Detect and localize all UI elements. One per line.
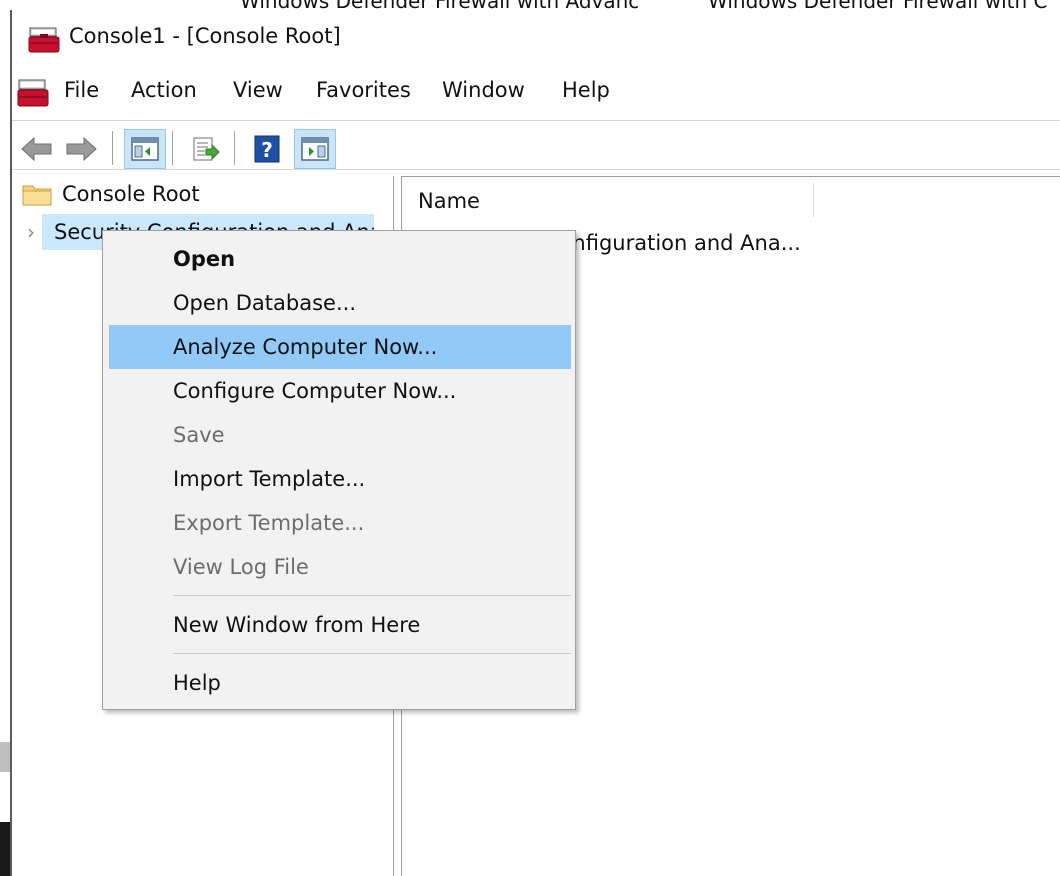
context-menu: Open Open Database... Analyze Computer N… [102,230,576,710]
background-left-strip [0,0,10,876]
menu-bar: File Action View Favorites Window Help [12,72,1060,114]
back-icon [21,136,52,162]
tree-item-label: Console Root [62,182,200,206]
menu-help[interactable]: Help [562,78,610,102]
menu-item-open-database[interactable]: Open Database... [109,281,571,325]
forward-icon [66,136,97,162]
folder-icon [22,185,52,206]
show-hide-action-pane-button[interactable] [294,129,336,169]
menu-item-analyze-computer-now[interactable]: Analyze Computer Now... [109,325,571,369]
show-hide-action-pane-icon [301,137,329,161]
title-bar[interactable]: Console1 - [Console Root] [12,10,1060,68]
menu-item-save: Save [173,423,225,447]
background-bar [0,742,10,772]
menu-item-export-template: Export Template... [173,511,365,535]
export-list-icon [193,137,220,161]
menu-file[interactable]: File [64,78,99,102]
menu-item-help[interactable]: Help [109,661,571,705]
tree-item-console-root[interactable]: Console Root [22,182,200,206]
toolbar: ? [12,120,1060,170]
background-taskbar-fragment [0,822,10,876]
forward-button[interactable] [60,129,102,169]
show-hide-console-tree-button[interactable] [124,129,166,169]
mmc-toolbox-icon [28,27,60,53]
menu-action[interactable]: Action [131,78,197,102]
menu-item-import-template[interactable]: Import Template... [109,457,571,501]
toolbar-separator [234,131,235,165]
menu-separator [173,595,571,596]
chevron-right-icon[interactable]: › [20,220,42,244]
svg-text:?: ? [261,138,273,162]
export-list-button[interactable] [184,129,226,169]
toolbar-separator [112,131,113,165]
help-icon: ? [254,135,280,163]
menu-separator [173,653,571,654]
window-title: Console1 - [Console Root] [69,24,341,48]
menu-item-configure-computer-now[interactable]: Configure Computer Now... [109,369,571,413]
column-header-name[interactable]: Name [402,183,814,217]
show-hide-console-tree-icon [131,137,159,161]
menu-favorites[interactable]: Favorites [316,78,411,102]
menu-item-open[interactable]: Open [109,237,571,281]
help-button[interactable]: ? [246,129,288,169]
menu-view[interactable]: View [233,78,283,102]
menu-item-new-window-from-here[interactable]: New Window from Here [109,603,571,647]
menu-window[interactable]: Window [442,78,525,102]
menu-item-view-log-file: View Log File [173,555,309,579]
back-button[interactable] [16,129,58,169]
toolbar-separator [172,131,173,165]
column-header-label: Name [418,189,480,213]
